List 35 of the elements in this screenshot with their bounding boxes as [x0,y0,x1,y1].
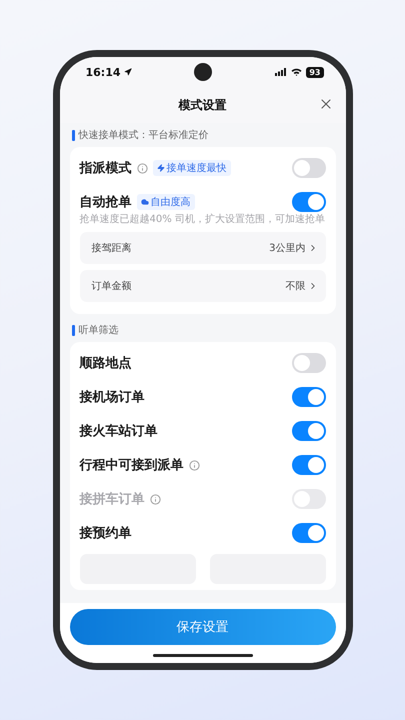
setting-label: 接拼车订单 [80,490,144,508]
page-title: 模式设置 [178,96,226,114]
toggle-switch[interactable] [292,523,326,543]
save-button[interactable]: 保存设置 [70,609,336,645]
toggle-switch[interactable] [292,192,326,212]
setting-link-row[interactable]: 接驾距离 3公里内 [80,232,326,264]
hint-text: 抢单速度已超越40% 司机，扩大设置范围，可加速抢单 [80,213,326,226]
status-time: 16:14 [86,66,132,78]
info-icon[interactable] [136,162,148,174]
battery-level: 93 [306,66,324,78]
setting-label: 接预约单 [80,524,132,542]
wifi-icon [291,68,302,76]
signal-icon [275,68,288,76]
toggle-switch[interactable] [292,387,326,407]
section-marker [72,130,74,140]
location-arrow-icon [124,68,132,76]
setting-label: 行程中可接到派单 [80,456,184,474]
info-icon[interactable] [188,460,200,470]
cloud-icon [140,198,148,206]
feature-tag: 自由度高 [136,194,194,210]
toggle-switch[interactable] [292,421,326,441]
toggle-switch[interactable] [292,455,326,475]
toggle-switch[interactable] [292,158,326,178]
section-title: 听单筛选 [78,324,118,337]
setting-label: 自动抢单 [80,194,132,211]
setting-link-row[interactable]: 订单金额 不限 [80,270,326,302]
setting-label: 顺路地点 [80,355,132,372]
feature-tag: 接单速度最快 [152,160,230,176]
setting-label: 接机场订单 [80,388,144,406]
setting-label: 接火车站订单 [80,422,158,440]
lightning-icon [156,164,164,172]
setting-label: 指派模式 [80,160,132,177]
section-title: 快速接单模式：平台标准定价 [78,128,208,142]
toggle-switch[interactable] [292,353,326,373]
section-marker [72,324,74,336]
